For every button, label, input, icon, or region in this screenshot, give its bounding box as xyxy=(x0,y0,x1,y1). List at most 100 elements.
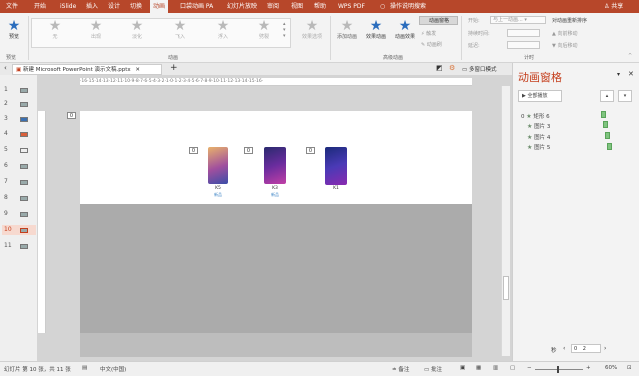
thumbnail-2[interactable]: 2 xyxy=(2,99,36,109)
language-indicator[interactable]: 中文(中国) xyxy=(100,365,126,373)
move-later-label: 向后移动 xyxy=(557,43,578,49)
menu-tell-me[interactable]: 操作说明搜索 xyxy=(390,0,426,13)
thumbnail-9[interactable]: 9 xyxy=(2,209,36,219)
multi-window-button[interactable]: ▭ 多窗口模式 xyxy=(462,65,496,73)
screenshot-icon[interactable]: ◩ xyxy=(436,64,443,72)
zoom-level[interactable]: 60% xyxy=(605,365,617,371)
menu-file[interactable]: 文件 xyxy=(6,0,18,13)
gallery-fade[interactable]: ★ 淡化 xyxy=(124,19,150,40)
collapse-ribbon-icon[interactable]: ^ xyxy=(628,53,632,59)
thumbnail-7[interactable]: 7 xyxy=(2,177,36,187)
gallery-label: 淡化 xyxy=(131,34,142,40)
thumbnail-5[interactable]: 5 xyxy=(2,145,36,155)
menu-design[interactable]: 设计 xyxy=(108,0,120,13)
scroll-thumb[interactable] xyxy=(503,276,509,300)
animation-row[interactable]: 0 ★ 矩形 6 xyxy=(521,112,550,120)
thumbnail-4[interactable]: 4 xyxy=(2,129,36,139)
thumbnail-3[interactable]: 3 xyxy=(2,114,36,124)
menu-insert[interactable]: 插入 xyxy=(86,0,98,13)
thumbnail-8[interactable]: 8 xyxy=(2,193,36,203)
seconds-scale[interactable]: 0 2 xyxy=(571,344,601,353)
gallery-appear[interactable]: ★ 出现 xyxy=(83,19,109,40)
menu-transitions[interactable]: 切换 xyxy=(130,0,142,13)
chevron-down-icon[interactable]: ▾ xyxy=(617,71,620,78)
spellcheck-icon[interactable]: ▤ xyxy=(82,365,87,371)
preview-button[interactable]: ★ 预览 xyxy=(2,19,26,40)
menu-animations[interactable]: 动画 xyxy=(150,0,169,13)
move-earlier-button[interactable]: ▲ 向前移动 xyxy=(552,30,577,37)
delay-input[interactable] xyxy=(507,41,540,49)
animation-pane-button[interactable]: 动画窗格 xyxy=(419,16,458,25)
settings-icon[interactable]: ⚙ xyxy=(449,64,455,72)
thumbnail-10[interactable]: 10 xyxy=(2,225,36,235)
move-later-button[interactable]: ▼ 向后移动 xyxy=(552,42,577,49)
move-up-button[interactable]: ▴ xyxy=(600,90,614,102)
animation-tag[interactable]: 0 xyxy=(189,147,198,154)
start-select[interactable]: 与上一动画... ▾ xyxy=(490,16,546,24)
slide-sorter-icon[interactable]: ▦ xyxy=(476,365,481,371)
zoom-slider[interactable] xyxy=(535,369,583,370)
normal-view-icon[interactable]: ▣ xyxy=(460,365,465,371)
menu-help[interactable]: 帮助 xyxy=(314,0,326,13)
menu-islide[interactable]: iSlide xyxy=(60,0,76,13)
menu-pocket-animation[interactable]: 口袋动画 PA xyxy=(180,0,213,13)
slide-thumbnail xyxy=(20,102,28,107)
reading-view-icon[interactable]: ▥ xyxy=(493,365,498,371)
animation-tag[interactable]: 0 xyxy=(67,112,76,119)
animation-row[interactable]: ★ 图片 5 xyxy=(527,143,550,151)
comments-label: 批注 xyxy=(430,367,442,373)
phone-image-k1[interactable] xyxy=(325,147,347,185)
phone-image-k5[interactable] xyxy=(208,147,228,184)
thumbnail-6[interactable]: 6 xyxy=(2,161,36,171)
vertical-scrollbar[interactable] xyxy=(501,86,510,356)
gallery-none[interactable]: ★ 无 xyxy=(42,19,68,40)
chevron-left-icon[interactable]: ‹ xyxy=(563,345,565,352)
start-value: 与上一动画... xyxy=(493,17,523,23)
duration-input[interactable] xyxy=(507,29,540,37)
menu-review[interactable]: 审阅 xyxy=(267,0,279,13)
effect-options-button[interactable]: ★ 效果选项 xyxy=(298,19,326,40)
close-icon[interactable]: ✕ xyxy=(628,70,634,78)
tab-nav-icon[interactable]: ‹ xyxy=(4,64,7,72)
slideshow-icon[interactable]: ▢ xyxy=(510,365,515,371)
play-all-button[interactable]: ▶ 全部播放 xyxy=(518,90,562,102)
share-button[interactable]: ♙ 共享 xyxy=(604,0,623,13)
receive-animation-button[interactable]: ★ 动画效果 xyxy=(391,19,419,40)
timeline-bar[interactable] xyxy=(601,111,606,118)
chevron-right-icon[interactable]: › xyxy=(604,345,606,352)
timeline-bar[interactable] xyxy=(607,143,612,150)
timeline-bar[interactable] xyxy=(603,121,608,128)
zoom-out-icon[interactable]: − xyxy=(527,365,532,371)
animation-painter-button[interactable]: ✎ 动画刷 xyxy=(421,41,442,48)
animation-row[interactable]: ★ 图片 4 xyxy=(527,133,550,141)
thumbnail-1[interactable]: 1 xyxy=(2,85,36,95)
zoom-slider-thumb[interactable] xyxy=(557,366,559,373)
animation-row[interactable]: ★ 图片 3 xyxy=(527,122,550,130)
trigger-button[interactable]: ⚡ 触发 xyxy=(421,30,436,37)
fit-slide-icon[interactable]: ⊡ xyxy=(627,365,632,371)
timeline-bar[interactable] xyxy=(605,132,610,139)
gallery-fly-in[interactable]: ★ 飞入 xyxy=(167,19,193,40)
new-tab-icon[interactable]: + xyxy=(170,63,178,73)
notes-button[interactable]: ≐ 备注 xyxy=(392,365,409,373)
move-down-button[interactable]: ▾ xyxy=(618,90,632,102)
gallery-scroll[interactable]: ▴ ▾ ▾ xyxy=(283,21,286,39)
animation-tag[interactable]: 0 xyxy=(244,147,253,154)
thumbnail-11[interactable]: 11 xyxy=(2,241,36,251)
gallery-float-in[interactable]: ★ 浮入 xyxy=(210,19,236,40)
menu-slideshow[interactable]: 幻灯片放映 xyxy=(227,0,257,13)
close-icon[interactable]: ✕ xyxy=(135,67,140,73)
add-animation-button[interactable]: ★ 添加动画 xyxy=(333,19,361,40)
gallery-split[interactable]: ★ 劈裂 xyxy=(251,19,277,40)
slide-gray-rectangle[interactable] xyxy=(80,204,472,333)
menu-wps-pdf[interactable]: WPS PDF xyxy=(338,0,365,13)
document-tab[interactable]: ▣ 新建 Microsoft PowerPoint 演示文稿.pptx ✕ xyxy=(12,64,162,75)
animation-tag[interactable]: 0 xyxy=(306,147,315,154)
effect-animation-button[interactable]: ★ 效果动画 xyxy=(362,19,390,40)
thumbnail-number: 5 xyxy=(4,146,8,153)
comments-button[interactable]: ▭ 批注 xyxy=(424,365,442,373)
zoom-in-icon[interactable]: + xyxy=(586,365,591,371)
menu-view[interactable]: 视图 xyxy=(291,0,303,13)
menu-home[interactable]: 开始 xyxy=(34,0,46,13)
phone-image-k3[interactable] xyxy=(264,147,286,184)
